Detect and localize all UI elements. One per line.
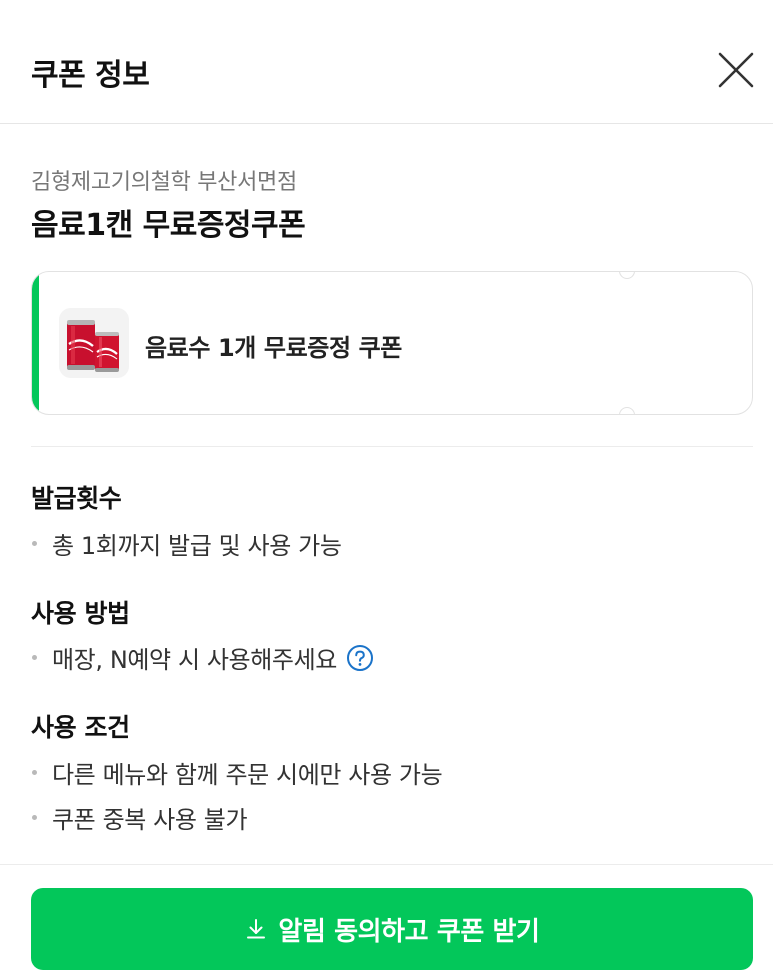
header: 쿠폰 정보 [0,0,773,124]
usage-condition-text-1: 다른 메뉴와 함께 주문 시에만 사용 가능 [52,761,443,789]
bullet-dot [32,770,37,775]
question-circle-icon[interactable] [346,644,374,672]
usage-condition-text-2: 쿠폰 중복 사용 불가 [52,806,248,834]
download-icon [244,917,268,941]
usage-method-text: 매장, N예약 시 사용해주세요 [52,646,337,674]
coupon-notch-bottom [619,407,635,414]
list-item: 쿠폰 중복 사용 불가 [31,800,248,835]
store-name: 김형제고기의철학 부산서면점 [31,170,297,195]
issue-count-text: 총 1회까지 발급 및 사용 가능 [52,532,342,560]
coupon-accent-bar [32,272,39,414]
get-coupon-button[interactable]: 알림 동의하고 쿠폰 받기 [31,888,753,970]
footer-divider [0,864,773,865]
cola-cans-image [59,308,129,378]
close-button[interactable] [712,46,760,94]
usage-method-heading: 사용 방법 [31,599,130,628]
usage-condition-heading: 사용 조건 [31,713,130,742]
issue-count-heading: 발급횟수 [31,484,122,513]
bullet-dot [32,815,37,820]
list-item: 다른 메뉴와 함께 주문 시에만 사용 가능 [31,755,443,790]
list-item: 총 1회까지 발급 및 사용 가능 [31,526,342,561]
coupon-notch-top [619,272,635,279]
close-icon [718,52,754,88]
coupon-card-label: 음료수 1개 무료증정 쿠폰 [145,334,402,362]
coupon-title: 음료1캔 무료증정쿠폰 [31,208,306,243]
section-divider [31,446,753,447]
bullet-dot [32,655,37,660]
list-item: 매장, N예약 시 사용해주세요 [31,640,374,675]
page-title: 쿠폰 정보 [31,58,150,93]
coupon-info-sheet: 쿠폰 정보 김형제고기의철학 부산서면점 음료1캔 무료증정쿠폰 음료수 1개 … [0,0,773,973]
coupon-card: 음료수 1개 무료증정 쿠폰 [31,271,753,415]
bullet-dot [32,541,37,546]
get-coupon-label: 알림 동의하고 쿠폰 받기 [278,916,540,947]
